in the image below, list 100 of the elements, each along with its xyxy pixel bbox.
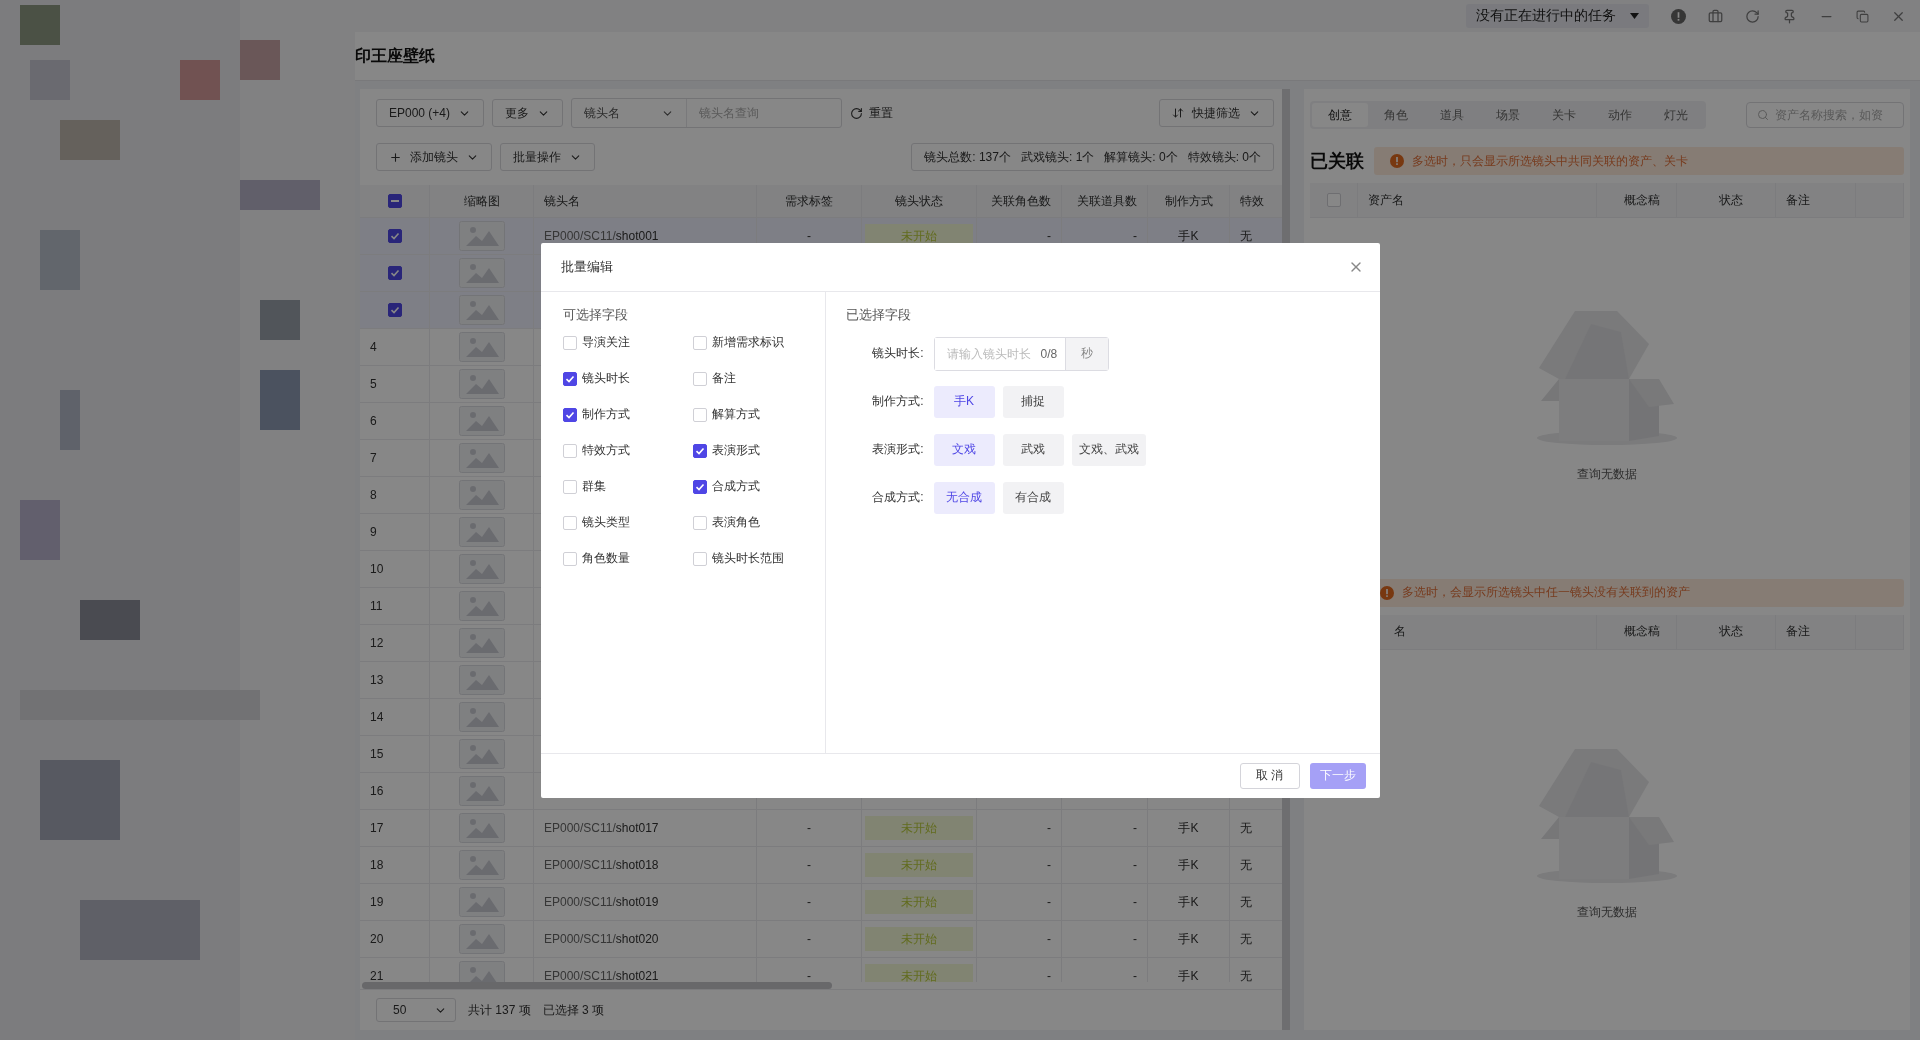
row-number: 8 bbox=[370, 488, 377, 502]
page-title: 印王座壁纸 bbox=[355, 45, 435, 66]
task-status-dropdown[interactable]: 没有正在进行中的任务 bbox=[1466, 4, 1649, 28]
shot-name: EP000/SC11/shot019 bbox=[544, 895, 659, 909]
stat-text: 特效镜头: 0个 bbox=[1187, 148, 1261, 166]
option-button[interactable]: 无合成 bbox=[933, 481, 995, 514]
table-cell: 手K bbox=[1178, 930, 1199, 948]
table-cell: - bbox=[1133, 932, 1137, 946]
duration-input[interactable]: 请输入镜头时长 0/8 秒 bbox=[933, 336, 1110, 371]
section-heading: 已关联 bbox=[1310, 150, 1364, 173]
quick-filter-dropdown[interactable]: 快捷筛选 bbox=[1159, 99, 1274, 127]
column-header: 状态 bbox=[1719, 191, 1743, 209]
episode-select[interactable]: EP000 (+4) bbox=[376, 99, 485, 127]
table-cell: 手K bbox=[1178, 893, 1199, 911]
table-cell: 手K bbox=[1178, 856, 1199, 874]
dialog-title: 批量编辑 bbox=[560, 257, 613, 276]
asset-type-tab[interactable]: 道具 bbox=[1424, 103, 1480, 127]
field-label: 制作方式 bbox=[581, 406, 630, 423]
asset-type-tab[interactable]: 动作 bbox=[1592, 103, 1648, 127]
field-label: 特效方式 bbox=[581, 442, 630, 459]
table-cell: - bbox=[1047, 229, 1051, 243]
option-button[interactable]: 手K bbox=[933, 385, 995, 418]
table-cell: - bbox=[1047, 932, 1051, 946]
character-count: 0/8 bbox=[1039, 345, 1059, 363]
shot-name: EP000/SC11/shot001 bbox=[544, 229, 659, 243]
table-cell: - bbox=[1133, 821, 1137, 835]
field-label: 群集 bbox=[581, 478, 606, 495]
asset-type-tab[interactable]: 角色 bbox=[1368, 103, 1424, 127]
row-number: 6 bbox=[370, 414, 377, 428]
unit-label: 秒 bbox=[1065, 337, 1109, 370]
status-tag: 未开始 bbox=[865, 853, 973, 877]
field-label: 合成方式 bbox=[711, 478, 760, 495]
field-label: 表演角色 bbox=[711, 514, 760, 531]
table-cell: - bbox=[1133, 229, 1137, 243]
field-label: 角色数量 bbox=[581, 550, 630, 567]
row-number: 12 bbox=[370, 636, 384, 650]
page-size-select[interactable]: 50 bbox=[376, 998, 456, 1022]
form-label: 表演形式: bbox=[871, 441, 924, 458]
row-number: 19 bbox=[370, 895, 384, 909]
row-number: 15 bbox=[370, 747, 384, 761]
table-cell: - bbox=[807, 229, 811, 243]
asset-type-tab[interactable]: 创意 bbox=[1312, 103, 1368, 127]
cancel-button[interactable]: 取 消 bbox=[1239, 762, 1300, 789]
table-cell: - bbox=[807, 821, 811, 835]
row-number: 9 bbox=[370, 525, 377, 539]
asset-type-tab[interactable]: 灯光 bbox=[1648, 103, 1704, 127]
asset-type-tab[interactable]: 关卡 bbox=[1536, 103, 1592, 127]
table-cell: - bbox=[1047, 895, 1051, 909]
option-button[interactable]: 文戏、武戏 bbox=[1071, 433, 1146, 466]
row-number: 11 bbox=[370, 599, 383, 613]
column-header: 备注 bbox=[1786, 623, 1810, 640]
option-button[interactable]: 文戏 bbox=[933, 433, 995, 466]
empty-state-text: 查询无数据 bbox=[1577, 465, 1637, 483]
field-label: 表演形式 bbox=[711, 442, 760, 459]
table-cell: 手K bbox=[1178, 967, 1199, 982]
table-cell: 无 bbox=[1240, 856, 1252, 874]
row-number: 20 bbox=[370, 932, 384, 946]
more-dropdown[interactable]: 更多 bbox=[492, 99, 564, 127]
row-number: 17 bbox=[370, 821, 384, 835]
option-button[interactable]: 武戏 bbox=[1002, 433, 1064, 466]
row-number: 7 bbox=[370, 451, 377, 465]
add-shot-button[interactable]: 添加镜头 bbox=[376, 143, 492, 171]
empty-state-text: 查询无数据 bbox=[1577, 904, 1637, 922]
option-button[interactable]: 捕捉 bbox=[1002, 385, 1064, 418]
table-cell: - bbox=[1047, 969, 1051, 982]
column-header: 特效 bbox=[1240, 192, 1264, 210]
option-button[interactable]: 有合成 bbox=[1002, 481, 1064, 514]
form-label: 合成方式: bbox=[871, 489, 924, 506]
column-header: 制作方式 bbox=[1164, 192, 1213, 210]
field-label: 解算方式 bbox=[711, 406, 760, 423]
table-cell: - bbox=[807, 969, 811, 982]
shot-name: EP000/SC11/shot020 bbox=[544, 932, 659, 946]
asset-type-tab[interactable]: 场景 bbox=[1480, 103, 1536, 127]
column-header: 概念稿 bbox=[1623, 191, 1660, 209]
table-cell: - bbox=[1047, 821, 1051, 835]
table-cell: - bbox=[1133, 858, 1137, 872]
field-label: 镜头时长 bbox=[581, 370, 630, 387]
field-label: 镜头时长范围 bbox=[711, 550, 784, 567]
row-number: 16 bbox=[370, 784, 384, 798]
column-header: 需求标签 bbox=[785, 192, 833, 210]
table-cell: - bbox=[807, 932, 811, 946]
notice-banner: 多选时，只会显示所选镜头中共同关联的资产、关卡 bbox=[1374, 147, 1904, 175]
reset-button[interactable]: 重置 bbox=[850, 104, 894, 122]
column-header: 关联角色数 bbox=[991, 192, 1051, 210]
section-heading: 已选择字段 bbox=[845, 305, 912, 324]
table-cell: 无 bbox=[1240, 227, 1252, 245]
batch-action-dropdown[interactable]: 批量操作 bbox=[500, 143, 595, 171]
form-label: 镜头时长: bbox=[871, 345, 924, 362]
table-cell: 手K bbox=[1178, 227, 1199, 245]
row-number: 10 bbox=[370, 562, 384, 576]
section-heading: 可选择字段 bbox=[562, 305, 629, 324]
row-number: 18 bbox=[370, 858, 384, 872]
table-cell: 无 bbox=[1240, 930, 1252, 948]
stat-text: 镜头总数: 137个 bbox=[924, 148, 1011, 166]
table-cell: 无 bbox=[1240, 967, 1252, 982]
stat-text: 解算镜头: 0个 bbox=[1104, 148, 1178, 166]
shot-name: EP000/SC11/shot021 bbox=[544, 969, 659, 982]
stat-text: 武戏镜头: 1个 bbox=[1020, 148, 1095, 166]
shot-name: EP000/SC11/shot017 bbox=[544, 821, 659, 835]
column-header: 备注 bbox=[1786, 191, 1810, 209]
